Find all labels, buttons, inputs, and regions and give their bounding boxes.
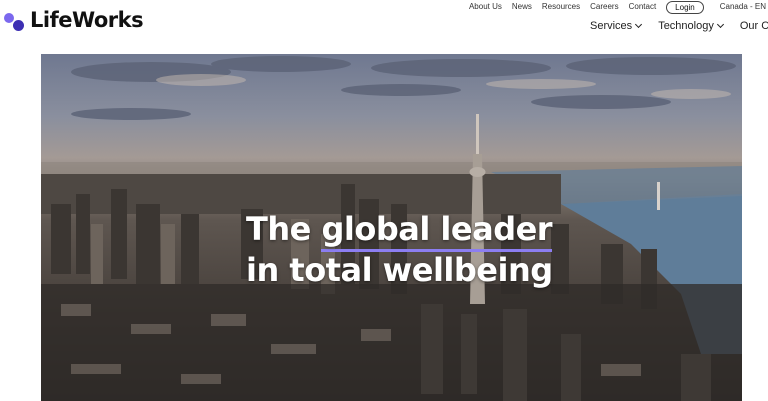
utility-link-careers[interactable]: Careers xyxy=(590,2,618,11)
login-button[interactable]: Login xyxy=(666,0,704,14)
brand-name: LifeWorks xyxy=(30,8,144,32)
nav-item-label: Our Clie xyxy=(739,20,768,32)
nav-item-services[interactable]: Services xyxy=(590,20,643,32)
main-nav: Services Technology Our Clie xyxy=(590,20,768,32)
chevron-down-icon xyxy=(635,20,643,29)
nav-item-our-clients[interactable]: Our Clie xyxy=(740,20,768,32)
chevron-down-icon xyxy=(716,20,724,29)
hero-banner: The global leader in total wellbeing xyxy=(41,54,742,401)
headline-text-2: in total wellbeing xyxy=(246,251,553,289)
hero-headline: The global leader in total wellbeing xyxy=(246,209,553,291)
lifeworks-logo[interactable]: LifeWorks xyxy=(4,8,144,32)
two-dot-logo-icon xyxy=(4,8,26,32)
utility-nav: About Us News Resources Careers Contact … xyxy=(459,0,768,14)
utility-link-about-us[interactable]: About Us xyxy=(469,2,502,11)
utility-link-contact[interactable]: Contact xyxy=(629,2,657,11)
nav-item-label: Technology xyxy=(658,20,714,32)
nav-item-label: Services xyxy=(590,20,633,32)
nav-item-technology[interactable]: Technology xyxy=(658,20,724,32)
utility-link-news[interactable]: News xyxy=(512,2,532,11)
headline-underlined-text: global leader xyxy=(321,210,553,252)
headline-text-1: The xyxy=(246,210,322,248)
utility-link-resources[interactable]: Resources xyxy=(542,2,580,11)
locale-selector[interactable]: Canada - EN xyxy=(720,2,766,11)
